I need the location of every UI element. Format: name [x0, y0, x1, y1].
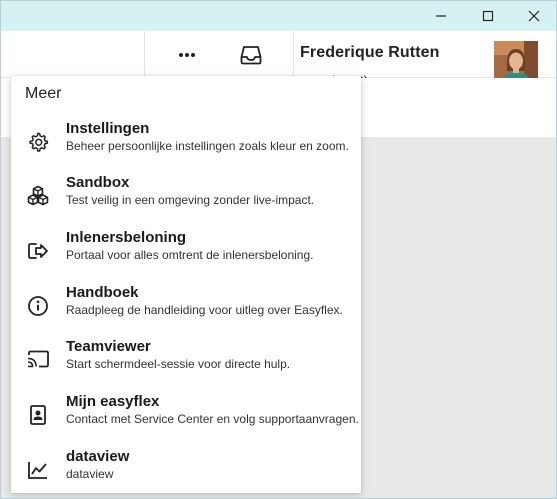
info-icon	[26, 294, 50, 318]
close-button[interactable]	[511, 1, 556, 31]
menu-item-description: Raadpleeg de handleiding voor uitleg ove…	[66, 303, 343, 317]
toolbar-divider	[293, 31, 294, 78]
inbox-icon	[240, 46, 262, 65]
line-chart-icon	[26, 458, 50, 482]
menu-item-description: dataview	[66, 467, 114, 481]
inbox-button[interactable]	[234, 39, 268, 71]
screen-share-icon	[26, 348, 50, 372]
contact-card-icon	[26, 403, 50, 427]
menu-item-teamviewer[interactable]: Teamviewer Start schermdeel-sessie voor …	[11, 338, 361, 390]
more-horizontal-icon	[179, 53, 195, 57]
title-bar	[1, 1, 556, 31]
menu-item-inlenersbeloning[interactable]: Inlenersbeloning Portaal voor alles omtr…	[11, 229, 361, 281]
more-menu: Meer Instellingen Beheer persoonlijke in…	[11, 76, 361, 493]
maximize-icon	[482, 10, 494, 22]
menu-item-title: Inlenersbeloning	[66, 229, 187, 246]
menu-item-sandbox[interactable]: Sandbox Test veilig in een omgeving zond…	[11, 174, 361, 226]
close-icon	[528, 10, 540, 22]
menu-item-description: Test veilig in een omgeving zonder live-…	[66, 193, 315, 207]
menu-item-description: Start schermdeel-sessie voor directe hul…	[66, 357, 291, 371]
menu-item-title: dataview	[66, 448, 130, 465]
portal-exit-icon	[26, 239, 50, 263]
menu-item-description: Portaal voor alles omtrent de inlenersbe…	[66, 248, 314, 262]
menu-item-title: Mijn easyflex	[66, 393, 160, 410]
more-button[interactable]	[170, 39, 204, 71]
minimize-button[interactable]	[418, 1, 464, 31]
menu-item-description: Contact met Service Center en volg suppo…	[66, 412, 359, 426]
menu-item-title: Instellingen	[66, 120, 150, 137]
app-header: Frederique Rutten ABU (9000)	[1, 31, 556, 88]
menu-item-title: Sandbox	[66, 174, 130, 191]
toolbar-divider	[144, 31, 145, 78]
minimize-icon	[436, 15, 446, 17]
cubes-icon	[26, 184, 50, 208]
menu-item-description: Beheer persoonlijke instellingen zoals k…	[66, 139, 349, 153]
menu-item-dataview[interactable]: dataview dataview	[11, 448, 361, 498]
maximize-button[interactable]	[465, 1, 511, 31]
app-window: Frederique Rutten ABU (9000) Meer	[0, 0, 557, 499]
menu-item-mijn-easyflex[interactable]: Mijn easyflex Contact met Service Center…	[11, 393, 361, 445]
gear-icon	[26, 130, 50, 154]
menu-title: Meer	[25, 85, 62, 102]
menu-item-handboek[interactable]: Handboek Raadpleeg de handleiding voor u…	[11, 284, 361, 336]
menu-item-instellingen[interactable]: Instellingen Beheer persoonlijke instell…	[11, 120, 361, 172]
menu-item-title: Teamviewer	[66, 338, 151, 355]
menu-item-title: Handboek	[66, 284, 139, 301]
user-name[interactable]: Frederique Rutten	[300, 44, 440, 62]
